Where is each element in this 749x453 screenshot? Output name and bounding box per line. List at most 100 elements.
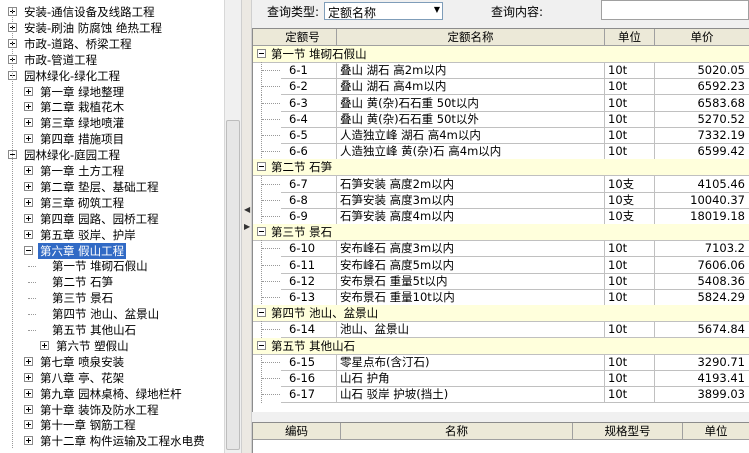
chapter-tree[interactable]: 安装-通信设备及线路工程 安装-刷油 防腐蚀 绝热工程 市政-道路、桥梁工程 市政-管… (0, 0, 224, 453)
tree-item[interactable]: 第九章 园林桌椅、绿地栏杆 (0, 386, 224, 402)
table-row[interactable]: 6-11 安布峰石 高度5m以内 10t 7606.06 (253, 256, 749, 274)
collapse-left-arrow-icon[interactable]: ◀ (244, 205, 250, 214)
table-row[interactable]: 6-17 山石 驳岸 护坡(挡土) 10t 3899.03 (253, 386, 749, 404)
tree-item[interactable]: 第三节 景石 (0, 290, 224, 306)
expand-icon[interactable] (24, 197, 33, 207)
tree-scrollbar-thumb[interactable] (226, 120, 240, 450)
material-grid[interactable]: 编码 名称 规格型号 单位 (252, 422, 749, 453)
row-guide-line (262, 151, 280, 153)
tree-item[interactable]: 第二章 栽植花木 (0, 99, 224, 115)
table-row[interactable]: 6-14 池山、盆景山 10t 5674.84 (253, 321, 749, 339)
panel-splitter[interactable]: ◀ ▶ (241, 0, 252, 453)
expand-icon[interactable] (24, 436, 33, 446)
cell-unit: 10t (605, 386, 655, 404)
expand-icon[interactable] (24, 102, 33, 112)
table-row[interactable]: 6-5 人造独立峰 湖石 高4m以内 10t 7332.19 (253, 127, 749, 144)
cell-unit: 10t (605, 143, 655, 161)
column-header[interactable]: 名称 (341, 423, 573, 440)
table-row[interactable]: 6-15 零星点布(含汀石) 10t 3290.71 (253, 353, 749, 371)
collapse-icon[interactable] (257, 49, 266, 58)
column-header[interactable]: 定额名称 (337, 29, 605, 46)
table-row[interactable]: 6-9 石笋安装 高度4m以内 10支 18019.18 (253, 208, 749, 225)
tree-item[interactable]: 第十二章 构件运输及工程水电费 (0, 433, 224, 449)
cell-code: 6-15 (281, 353, 337, 371)
expand-icon[interactable] (24, 420, 33, 430)
query-type-select[interactable]: 定额名称 ▼ (324, 2, 443, 20)
section-row[interactable]: 第一节 堆砌石假山 (253, 46, 749, 63)
column-header[interactable]: 单价 (655, 29, 749, 46)
tree-scrollbar[interactable] (224, 0, 241, 453)
column-header[interactable]: 单位 (605, 29, 655, 46)
tree-item[interactable]: 园林绿化-绿化工程 (0, 68, 224, 84)
tree-item[interactable]: 第六章 假山工程 (0, 242, 224, 259)
column-header[interactable]: 单位 (683, 423, 749, 440)
cell-price: 4193.41 (655, 370, 749, 387)
row-guide-line (262, 70, 280, 72)
collapse-icon[interactable] (257, 308, 266, 318)
grid-splitter[interactable] (252, 412, 749, 422)
table-row[interactable]: 6-2 叠山 湖石 高4m以内 10t 6592.23 (253, 78, 749, 96)
tree-item[interactable]: 第三章 砌筑工程 (0, 195, 224, 211)
expand-icon[interactable] (24, 229, 33, 239)
expand-icon[interactable] (24, 166, 33, 175)
tree-item[interactable]: 安装-通信设备及线路工程 (0, 4, 224, 20)
column-header[interactable]: 规格型号 (573, 423, 683, 440)
table-row[interactable]: 6-3 叠山 黄(杂)石石重 50t以内 10t 6583.68 (253, 94, 749, 112)
quota-grid[interactable]: 定额号 定额名称 单位 单价 第一节 堆砌石假山 6-1 叠山 湖石 高2m以内 10t 502… (252, 28, 749, 412)
table-row[interactable]: 6-4 叠山 黄(杂)石石重 50t以外 10t 5270.52 (253, 110, 749, 128)
tree-item[interactable]: 第四节 池山、盆景山 (0, 306, 224, 322)
tree-item[interactable]: 第四章 措施项目 (0, 131, 224, 147)
expand-icon[interactable] (24, 86, 33, 96)
table-row[interactable]: 6-1 叠山 湖石 高2m以内 10t 5020.05 (253, 62, 749, 80)
table-row[interactable]: 6-12 安布景石 重量5t以内 10t 5408.36 (253, 272, 749, 290)
collapse-icon[interactable] (257, 340, 266, 350)
tree-item[interactable]: 第五章 驳岸、护岸 (0, 227, 224, 243)
query-content-input[interactable] (601, 0, 749, 20)
column-header[interactable]: 编码 (253, 423, 341, 440)
tree-item[interactable]: 安装-刷油 防腐蚀 绝热工程 (0, 20, 224, 36)
tree-item[interactable]: 市政-道路、桥梁工程 (0, 36, 224, 52)
expand-icon[interactable] (24, 404, 33, 414)
tree-item[interactable]: 第六节 塑假山 (0, 338, 224, 354)
tree-item[interactable]: 第四章 园路、园桥工程 (0, 211, 224, 227)
expand-icon[interactable] (24, 134, 33, 144)
tree-item[interactable]: 第二章 垫层、基础工程 (0, 179, 224, 195)
tree-guide-line (12, 8, 13, 448)
expand-icon[interactable] (24, 181, 33, 191)
tree-item[interactable]: 第十一章 钢筋工程 (0, 417, 224, 433)
section-row[interactable]: 第五节 其他山石 (253, 337, 749, 355)
section-row[interactable]: 第三节 景石 (253, 224, 749, 242)
tree-item[interactable]: 第八章 亭、花架 (0, 370, 224, 386)
table-row[interactable]: 6-7 石笋安装 高度2m以内 10支 4105.46 (253, 175, 749, 193)
expand-icon[interactable] (40, 340, 49, 350)
expand-icon[interactable] (24, 213, 33, 223)
expand-icon[interactable] (24, 372, 33, 382)
collapse-icon[interactable] (24, 245, 33, 255)
column-header[interactable]: 定额号 (253, 29, 337, 46)
tree-item[interactable]: 第一章 土方工程 (0, 163, 224, 179)
tree-item[interactable]: 第一章 绿地整理 (0, 84, 224, 100)
tree-item[interactable]: 园林绿化-庭园工程 (0, 147, 224, 163)
expand-icon[interactable] (24, 356, 33, 366)
tree-item[interactable]: 第三章 绿地喷灌 (0, 115, 224, 131)
chevron-down-icon[interactable]: ▼ (434, 5, 440, 14)
tree-item[interactable]: 第五节 其他山石 (0, 322, 224, 338)
tree-item[interactable]: 市政-管道工程 (0, 52, 224, 68)
tree-item[interactable]: 第七章 喷泉安装 (0, 354, 224, 370)
table-row[interactable]: 6-6 人造独立峰 黄(杂)石 高4m以内 10t 6599.42 (253, 143, 749, 161)
tree-item-label: 第十章 装饰及防水工程 (40, 402, 159, 417)
table-row[interactable]: 6-13 安布景石 重量10t以内 10t 5824.29 (253, 289, 749, 306)
expand-icon[interactable] (24, 118, 33, 128)
section-row[interactable]: 第四节 池山、盆景山 (253, 305, 749, 323)
table-row[interactable]: 6-10 安布峰石 高度3m以内 10t 7103.2 (253, 240, 749, 258)
table-row[interactable]: 6-16 山石 护角 10t 4193.41 (253, 370, 749, 387)
table-row[interactable]: 6-8 石笋安装 高度3m以内 10支 10040.37 (253, 191, 749, 209)
section-row[interactable]: 第二节 石笋 (253, 159, 749, 177)
tree-item[interactable]: 第一节 堆砌石假山 (0, 258, 224, 274)
collapse-icon[interactable] (257, 162, 266, 172)
collapse-icon[interactable] (257, 227, 266, 237)
expand-right-arrow-icon[interactable]: ▶ (244, 222, 250, 231)
tree-item[interactable]: 第十章 装饰及防水工程 (0, 402, 224, 418)
expand-icon[interactable] (24, 388, 33, 398)
tree-item[interactable]: 第二节 石笋 (0, 274, 224, 290)
